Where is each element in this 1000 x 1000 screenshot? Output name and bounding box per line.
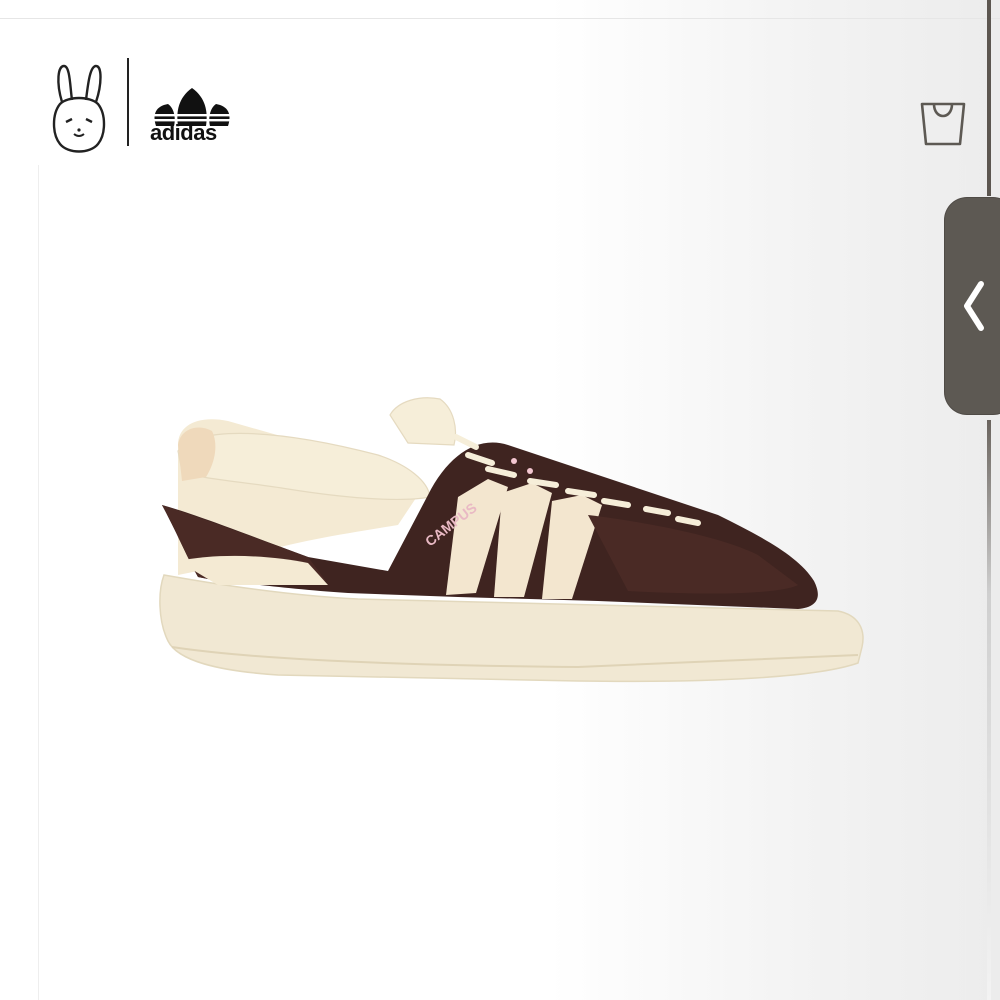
site-header: adidas [0, 20, 1000, 170]
shopping-bag-icon[interactable] [916, 94, 970, 150]
chevron-left-icon [964, 281, 984, 331]
product-page: adidas CAMPUS [0, 0, 1000, 1000]
logo-divider [127, 58, 129, 146]
scroll-track-bottom [987, 420, 991, 1000]
side-panel-toggle[interactable] [945, 198, 1000, 414]
bunny-logo-icon[interactable] [48, 62, 110, 158]
product-sneaker-image[interactable]: CAMPUS [158, 385, 870, 705]
scroll-track-top [987, 0, 991, 196]
top-divider [0, 18, 1000, 19]
brand-wordmark: adidas [150, 120, 217, 145]
